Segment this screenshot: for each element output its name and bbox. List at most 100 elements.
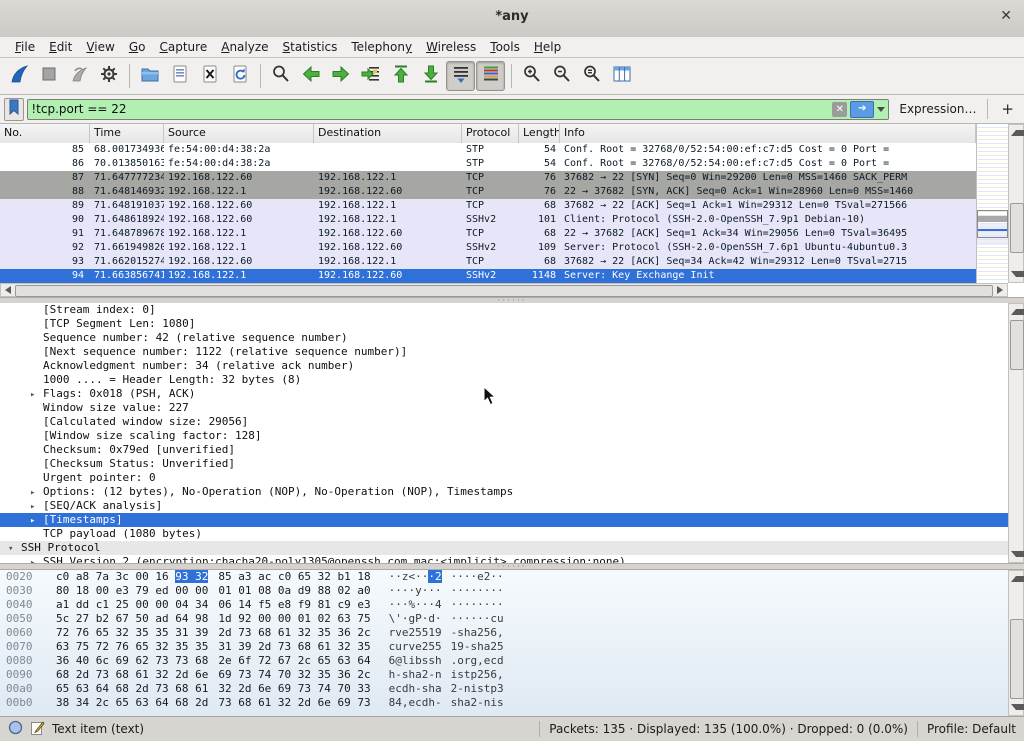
expression-button[interactable]: Expression… xyxy=(899,102,976,116)
hex-bytes-group2[interactable]: 1d 92 00 00 01 02 63 75 xyxy=(218,612,370,626)
hex-row[interactable]: 00b038 34 2c 65 63 64 68 2d73 68 61 32 2… xyxy=(0,696,1024,710)
menu-view[interactable]: View xyxy=(79,38,121,56)
hex-bytes-group2[interactable]: 01 01 08 0a d9 88 02 a0 xyxy=(218,584,370,598)
detail-line[interactable]: [Calculated window size: 29056] xyxy=(0,415,1024,429)
ascii-group1[interactable]: ··z<···2 xyxy=(389,570,442,584)
menu-wireless[interactable]: Wireless xyxy=(419,38,483,56)
scroll-down-icon[interactable] xyxy=(1011,551,1024,557)
restart-capture-button[interactable] xyxy=(64,61,93,91)
stop-capture-button[interactable] xyxy=(34,61,63,91)
menu-analyze[interactable]: Analyze xyxy=(214,38,275,56)
menu-telephony[interactable]: Telephony xyxy=(344,38,419,56)
ascii-group2[interactable]: sha2-nis xyxy=(451,696,504,710)
hex-row[interactable]: 00a065 63 64 68 2d 73 68 6132 2d 6e 69 7… xyxy=(0,682,1024,696)
scroll-up-icon[interactable] xyxy=(1011,576,1024,582)
capture-comment-icon[interactable] xyxy=(30,720,45,739)
find-packet-button[interactable] xyxy=(266,61,295,91)
expander-icon[interactable]: ▸ xyxy=(30,500,43,513)
column-header-no[interactable]: No. xyxy=(0,124,90,143)
expander-icon[interactable]: ▸ xyxy=(30,388,43,401)
packet-row[interactable]: 9171.648789678192.168.122.1192.168.122.6… xyxy=(0,227,976,241)
apply-filter-icon[interactable]: ➔ xyxy=(850,101,874,118)
packet-row[interactable]: 9371.662015274192.168.122.60192.168.122.… xyxy=(0,255,976,269)
menu-help[interactable]: Help xyxy=(527,38,568,56)
menu-edit[interactable]: Edit xyxy=(42,38,79,56)
hex-bytes-group1[interactable]: a1 dd c1 25 00 00 04 34 xyxy=(56,598,208,612)
hex-row[interactable]: 0040a1 dd c1 25 00 00 04 3406 14 f5 e8 f… xyxy=(0,598,1024,612)
hex-bytes-group1[interactable]: 5c 27 b2 67 50 ad 64 98 xyxy=(56,612,208,626)
packet-row[interactable]: 9071.648618924192.168.122.60192.168.122.… xyxy=(0,213,976,227)
expander-icon[interactable]: ▾ xyxy=(8,542,21,555)
hex-bytes-group2[interactable]: 2e 6f 72 67 2c 65 63 64 xyxy=(218,654,370,668)
detail-line[interactable]: [Stream index: 0] xyxy=(0,303,1024,317)
packet-row[interactable]: 9271.661949820192.168.122.1192.168.122.6… xyxy=(0,241,976,255)
detail-line[interactable]: ▸Flags: 0x018 (PSH, ACK) xyxy=(0,387,1024,401)
close-file-button[interactable] xyxy=(195,61,224,91)
ascii-group2[interactable]: ········ xyxy=(451,598,504,612)
hex-row[interactable]: 008036 40 6c 69 62 73 73 682e 6f 72 67 2… xyxy=(0,654,1024,668)
detail-line[interactable]: Window size value: 227 xyxy=(0,401,1024,415)
resize-columns-button[interactable] xyxy=(607,61,636,91)
packet-row[interactable]: 8971.648191037192.168.122.60192.168.122.… xyxy=(0,199,976,213)
detail-line[interactable]: Urgent pointer: 0 xyxy=(0,471,1024,485)
hex-bytes-group2[interactable]: 85 a3 ac c0 65 32 b1 18 xyxy=(218,570,370,584)
hex-row[interactable]: 003080 18 00 e3 79 ed 00 0001 01 08 0a d… xyxy=(0,584,1024,598)
ascii-group1[interactable]: 84,ecdh- xyxy=(389,696,442,710)
colorize-toggle[interactable] xyxy=(476,61,505,91)
ascii-group2[interactable]: 2-nistp3 xyxy=(451,682,504,696)
go-to-top-button[interactable] xyxy=(386,61,415,91)
menu-statistics[interactable]: Statistics xyxy=(276,38,345,56)
ascii-group1[interactable]: h-sha2-n xyxy=(389,668,442,682)
detail-line[interactable]: TCP payload (1080 bytes) xyxy=(0,527,1024,541)
column-header-dst[interactable]: Destination xyxy=(314,124,462,143)
hex-bytes-group1[interactable]: 65 63 64 68 2d 73 68 61 xyxy=(56,682,208,696)
hex-bytes-group1[interactable]: 80 18 00 e3 79 ed 00 00 xyxy=(56,584,208,598)
save-file-button[interactable] xyxy=(165,61,194,91)
detail-line[interactable]: ▸[Timestamps] xyxy=(0,513,1024,527)
hex-bytes-group2[interactable]: 32 2d 6e 69 73 74 70 33 xyxy=(218,682,370,696)
detail-line[interactable]: Sequence number: 42 (relative sequence n… xyxy=(0,331,1024,345)
scroll-down-icon[interactable] xyxy=(1011,704,1024,710)
capture-options-button[interactable] xyxy=(94,61,123,91)
filter-dropdown-icon[interactable] xyxy=(877,107,885,112)
detail-line[interactable]: [Window size scaling factor: 128] xyxy=(0,429,1024,443)
ascii-group1[interactable]: ···%···4 xyxy=(389,598,442,612)
column-header-time[interactable]: Time xyxy=(90,124,164,143)
detail-line[interactable]: [Next sequence number: 1122 (relative se… xyxy=(0,345,1024,359)
hex-bytes-group1[interactable]: 68 2d 73 68 61 32 2d 6e xyxy=(56,668,208,682)
open-file-button[interactable] xyxy=(135,61,164,91)
detail-line[interactable]: [TCP Segment Len: 1080] xyxy=(0,317,1024,331)
ascii-group2[interactable]: -sha256, xyxy=(451,626,504,640)
ascii-group1[interactable]: ecdh-sha xyxy=(389,682,442,696)
scroll-up-icon[interactable] xyxy=(1011,309,1024,315)
ascii-group2[interactable]: istp256, xyxy=(451,668,504,682)
expert-info-icon[interactable] xyxy=(8,720,23,738)
hex-bytes-group1[interactable]: 72 76 65 32 35 35 31 39 xyxy=(56,626,208,640)
hex-bytes-group1[interactable]: 36 40 6c 69 62 73 73 68 xyxy=(56,654,208,668)
packet-row[interactable]: 8771.647777234192.168.122.60192.168.122.… xyxy=(0,171,976,185)
go-to-bottom-button[interactable] xyxy=(416,61,445,91)
scroll-up-icon[interactable] xyxy=(1011,130,1024,136)
scrollbar-thumb[interactable] xyxy=(1010,320,1024,370)
hex-bytes-group2[interactable]: 06 14 f5 e8 f9 81 c9 e3 xyxy=(218,598,370,612)
ascii-group2[interactable]: .org,ecd xyxy=(451,654,504,668)
detail-line[interactable]: 1000 .... = Header Length: 32 bytes (8) xyxy=(0,373,1024,387)
hex-bytes-group2[interactable]: 2d 73 68 61 32 35 36 2c xyxy=(218,626,370,640)
ascii-group1[interactable]: 6@libssh xyxy=(389,654,442,668)
ascii-group2[interactable]: ········ xyxy=(451,584,504,598)
packet-row[interactable]: 8670.013850163fe:54:00:d4:38:2aSTP54Conf… xyxy=(0,157,976,171)
hex-bytes-group2[interactable]: 69 73 74 70 32 35 36 2c xyxy=(218,668,370,682)
packet-row[interactable]: 9471.663856741192.168.122.1192.168.122.6… xyxy=(0,269,976,283)
column-header-info[interactable]: Info xyxy=(560,124,976,143)
details-vscrollbar[interactable] xyxy=(1008,303,1024,563)
detail-line[interactable]: [Checksum Status: Unverified] xyxy=(0,457,1024,471)
hex-row[interactable]: 006072 76 65 32 35 35 31 392d 73 68 61 3… xyxy=(0,626,1024,640)
intelligent-scrollbar-minimap[interactable] xyxy=(976,124,1008,283)
menu-file[interactable]: File xyxy=(8,38,42,56)
start-capture-button[interactable] xyxy=(4,61,33,91)
column-header-len[interactable]: Length xyxy=(519,124,560,143)
scroll-right-icon[interactable] xyxy=(997,286,1003,294)
hex-row[interactable]: 007063 75 72 76 65 32 35 3531 39 2d 73 6… xyxy=(0,640,1024,654)
hex-bytes-group1[interactable]: 63 75 72 76 65 32 35 35 xyxy=(56,640,208,654)
expander-icon[interactable]: ▸ xyxy=(30,556,43,563)
